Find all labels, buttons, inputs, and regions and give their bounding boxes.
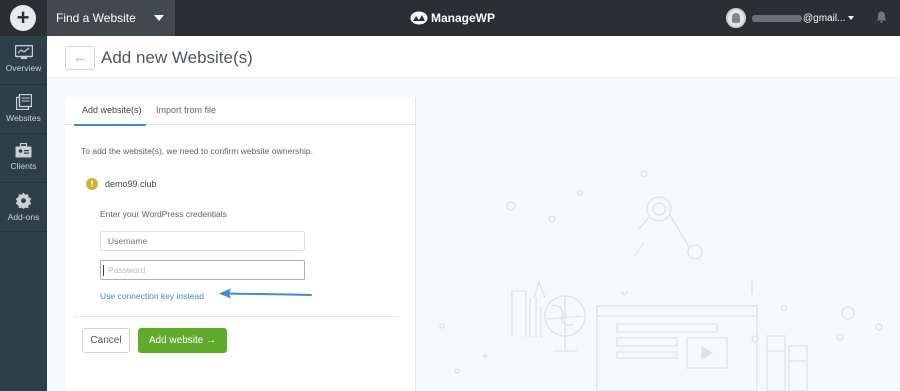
websites-icon	[15, 94, 32, 110]
sidebar-item-label: Websites	[6, 113, 41, 123]
bell-icon[interactable]	[876, 11, 887, 23]
avatar	[726, 8, 746, 28]
username-input[interactable]	[100, 231, 305, 251]
email-redacted	[752, 14, 802, 22]
sidebar-item-websites[interactable]: Websites	[0, 85, 47, 133]
brand-logo[interactable]: ManageWP	[410, 10, 495, 26]
user-menu[interactable]: @gmail...	[726, 8, 855, 28]
sidebar-item-label: Clients	[10, 161, 37, 171]
puzzle-icon	[15, 192, 32, 209]
sidebar-item-addons[interactable]: Add-ons	[0, 183, 47, 231]
add-website-button[interactable]: Add website →	[138, 328, 227, 353]
page-title: Add new Website(s)	[101, 48, 253, 67]
site-switcher-dropdown[interactable]: Find a Website	[47, 0, 175, 36]
sidebar-item-label: Overview	[5, 63, 42, 73]
clients-icon	[15, 143, 32, 158]
monitor-icon	[14, 45, 33, 59]
chevron-down-icon	[848, 16, 855, 20]
website-domain: demo99.club	[105, 179, 157, 189]
sidebar-divider	[0, 231, 47, 232]
active-tab-indicator	[74, 124, 146, 126]
tab-bar: Add website(s) Import from file	[65, 97, 416, 126]
warning-icon: !	[86, 178, 98, 190]
main-content: ← Add new Website(s) Add website(s) Impo…	[47, 36, 900, 391]
site-switcher-label: Find a Website	[56, 11, 136, 25]
add-website-card: Add website(s) Import from file To add t…	[65, 97, 416, 391]
user-email: @gmail...	[803, 12, 846, 24]
page-header: ← Add new Website(s)	[47, 36, 900, 78]
pointer-arrow-annotation	[219, 288, 312, 299]
text-cursor	[103, 265, 104, 276]
password-input[interactable]: Password	[100, 260, 305, 280]
credentials-label: Enter your WordPress credentials	[100, 209, 227, 219]
ownership-intro-text: To add the website(s), we need to confir…	[81, 146, 313, 156]
managewp-logo-icon	[410, 11, 428, 25]
card-divider	[74, 316, 399, 317]
tab-add-websites[interactable]: Add website(s)	[82, 105, 142, 115]
password-placeholder: Password	[108, 265, 146, 275]
add-icon[interactable]: +	[10, 5, 36, 31]
cancel-button[interactable]: Cancel	[82, 328, 130, 353]
sidebar-item-overview[interactable]: Overview	[0, 36, 47, 84]
chevron-down-icon	[154, 15, 164, 21]
sidebar-item-clients[interactable]: Clients	[0, 134, 47, 182]
back-button[interactable]: ←	[65, 46, 95, 70]
sidebar: Overview Websites Clients Add-ons	[0, 36, 47, 391]
use-connection-key-link[interactable]: Use connection key instead	[100, 291, 204, 301]
sidebar-item-label: Add-ons	[7, 212, 40, 222]
decorative-illustration	[439, 170, 883, 391]
tab-import-from-file[interactable]: Import from file	[156, 105, 216, 115]
top-bar: + Find a Website ManageWP @gmail...	[0, 0, 900, 36]
brand-name: ManageWP	[431, 11, 496, 25]
